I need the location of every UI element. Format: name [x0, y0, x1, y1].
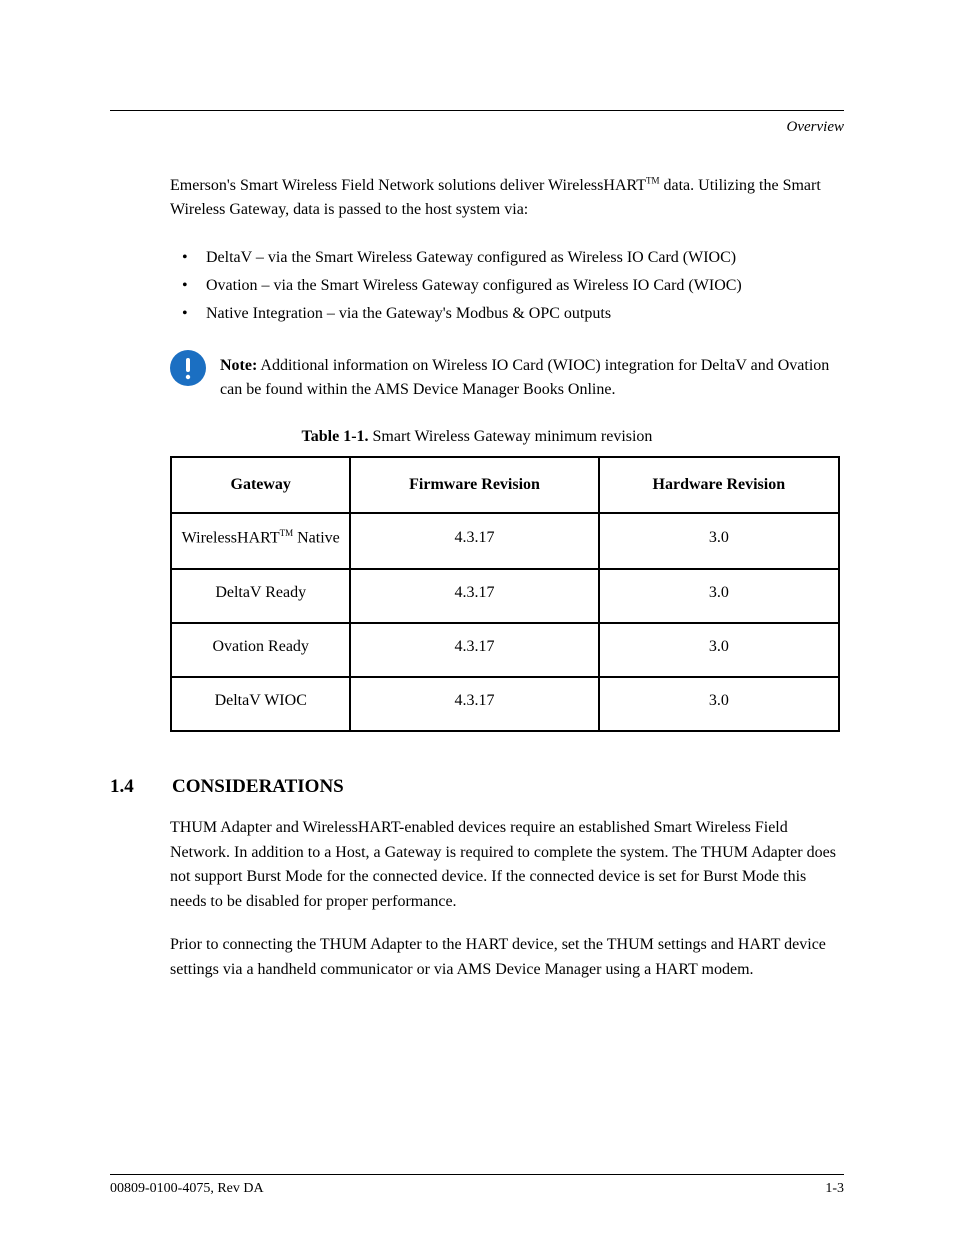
table-row: DeltaV WIOC 4.3.17 3.0 [172, 677, 838, 730]
cell-text-post: Native [293, 530, 340, 547]
cell-gateway: Ovation Ready [172, 623, 351, 677]
note-label: Note: [220, 357, 257, 374]
list-item: • Ovation – via the Smart Wireless Gatew… [182, 274, 844, 299]
intro-text-before: Emerson's Smart Wireless Field Network s… [170, 177, 603, 194]
section-number: 1.4 [110, 776, 168, 798]
cell-gateway: DeltaV Ready [172, 569, 351, 623]
cell-gateway: DeltaV WIOC [172, 677, 351, 730]
cell-hardware: 3.0 [600, 514, 838, 568]
section-heading: 1.4 CONSIDERATIONS [110, 776, 844, 798]
note-callout: Note: Additional information on Wireless… [170, 350, 844, 402]
bullet-dot: • [182, 274, 206, 299]
bullet-text: Native Integration – via the Gateway's M… [206, 302, 844, 327]
cell-hardware: 3.0 [600, 677, 838, 730]
footer-doc-id: 00809-0100-4075, Rev DA [110, 1181, 264, 1197]
col-header-firmware: Firmware Revision [351, 458, 599, 514]
note-body: Additional information on Wireless IO Ca… [220, 357, 829, 398]
cell-firmware: 4.3.17 [351, 569, 599, 623]
col-header-gateway: Gateway [172, 458, 351, 514]
table-row: Ovation Ready 4.3.17 3.0 [172, 623, 838, 677]
alert-icon [170, 350, 206, 386]
intro-paragraph: Emerson's Smart Wireless Field Network s… [170, 174, 844, 222]
body-paragraph-2: Prior to connecting the THUM Adapter to … [170, 933, 844, 983]
bullet-dot: • [182, 246, 206, 271]
list-item: • Native Integration – via the Gateway's… [182, 302, 844, 327]
tm-mark: TM [646, 176, 660, 186]
page-footer: 00809-0100-4075, Rev DA 1-3 [110, 1174, 844, 1197]
bullet-text: Ovation – via the Smart Wireless Gateway… [206, 274, 844, 299]
header-section-title: Overview [110, 119, 844, 136]
tm-mark: TM [280, 528, 294, 538]
table-row: DeltaV Ready 4.3.17 3.0 [172, 569, 838, 623]
footer-page-number: 1-3 [825, 1181, 844, 1197]
header-rule [110, 110, 844, 111]
col-header-hardware: Hardware Revision [600, 458, 838, 514]
caption-text: Smart Wireless Gateway minimum revision [373, 428, 653, 445]
cell-text-pre: Wireless [182, 530, 237, 547]
bullet-text: DeltaV – via the Smart Wireless Gateway … [206, 246, 844, 271]
footer-rule [110, 1174, 844, 1175]
cell-hardware: 3.0 [600, 569, 838, 623]
hart-word: HART [603, 177, 646, 194]
bullet-list: • DeltaV – via the Smart Wireless Gatewa… [182, 246, 844, 326]
cell-firmware: 4.3.17 [351, 677, 599, 730]
table-header-row: Gateway Firmware Revision Hardware Revis… [172, 458, 838, 514]
section-title: CONSIDERATIONS [172, 776, 344, 797]
cell-hardware: 3.0 [600, 623, 838, 677]
table-caption: Table 1-1. Smart Wireless Gateway minimu… [110, 428, 844, 446]
body-paragraph-1: THUM Adapter and WirelessHART-enabled de… [170, 816, 844, 915]
cell-firmware: 4.3.17 [351, 514, 599, 568]
spec-table: Gateway Firmware Revision Hardware Revis… [170, 456, 840, 731]
cell-gateway: WirelessHARTTM Native [172, 514, 351, 568]
cell-hart: HART [237, 530, 280, 547]
list-item: • DeltaV – via the Smart Wireless Gatewa… [182, 246, 844, 271]
table-row: WirelessHARTTM Native 4.3.17 3.0 [172, 514, 838, 568]
cell-firmware: 4.3.17 [351, 623, 599, 677]
caption-label: Table 1-1. [302, 428, 373, 445]
bullet-dot: • [182, 302, 206, 327]
note-text: Note: Additional information on Wireless… [220, 350, 844, 402]
